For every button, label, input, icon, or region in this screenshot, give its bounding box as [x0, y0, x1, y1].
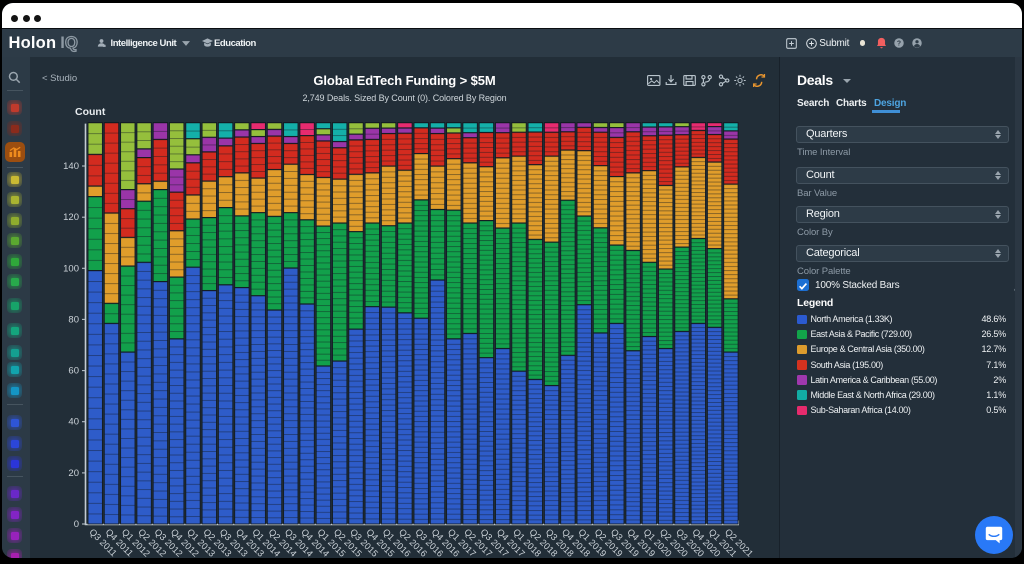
- svg-text:?: ?: [897, 41, 901, 48]
- svg-text:20: 20: [68, 468, 79, 479]
- svg-text:80: 80: [68, 314, 79, 325]
- svg-text:100: 100: [63, 263, 79, 274]
- svg-text:40: 40: [68, 417, 79, 428]
- svg-text:0: 0: [74, 519, 79, 530]
- svg-text:Count: Count: [75, 106, 106, 118]
- svg-text:120: 120: [63, 212, 79, 223]
- svg-text:140: 140: [63, 161, 79, 172]
- svg-text:60: 60: [68, 366, 79, 377]
